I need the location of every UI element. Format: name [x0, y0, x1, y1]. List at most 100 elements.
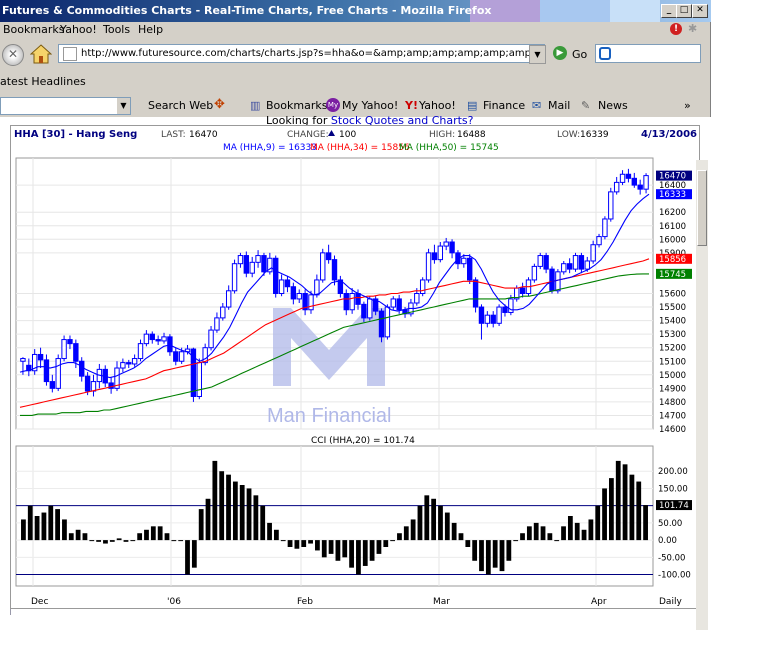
menu-help[interactable]: Help — [138, 23, 163, 36]
search-box[interactable] — [595, 44, 701, 63]
stop-alert-icon[interactable]: ! — [670, 23, 682, 35]
cci-bar — [150, 526, 156, 541]
candle-body — [331, 259, 338, 281]
cci-bar — [492, 540, 498, 568]
search-engine-icon[interactable] — [599, 47, 611, 60]
cci-bar — [68, 533, 74, 541]
chevron-down-icon[interactable]: ▼ — [117, 98, 130, 114]
close-button[interactable]: ✕ — [692, 4, 708, 18]
candle-body — [537, 255, 543, 267]
price-tick-label: 15200 — [659, 344, 686, 354]
candle-body — [37, 353, 44, 361]
gear-icon[interactable]: ✱ — [688, 23, 700, 35]
low-value: 16339 — [580, 130, 609, 140]
candle-body — [79, 360, 85, 377]
search-web-button[interactable]: Search Web — [148, 99, 213, 112]
minimize-button[interactable]: _ — [661, 4, 677, 18]
candle-body — [631, 177, 638, 186]
scrollbar-thumb[interactable] — [697, 170, 707, 246]
candle-body — [378, 310, 385, 338]
toolbar-overflow-button[interactable]: » — [684, 99, 691, 112]
yahoo-search-input[interactable]: ▼ — [0, 97, 131, 115]
candle-body — [390, 298, 396, 308]
price-tick-label: 15856 — [659, 255, 686, 265]
mail-button[interactable]: Mail — [548, 99, 570, 112]
cci-bar — [588, 519, 594, 541]
cci-bar — [130, 540, 136, 542]
candle-body — [643, 175, 649, 190]
yahoo-button[interactable]: Yahoo! — [419, 99, 456, 112]
cci-bar — [157, 526, 163, 541]
candle-body — [237, 255, 244, 265]
candle-body — [137, 343, 144, 360]
yahoo-bookmarks-button[interactable]: Bookmarks — [266, 99, 327, 112]
candle-body — [608, 191, 614, 220]
menu-yahoo[interactable]: Yahoo! — [60, 23, 97, 36]
x-tick-label: Dec — [31, 597, 48, 607]
candle-body — [249, 261, 255, 274]
cci-bar — [103, 540, 108, 544]
cci-bar — [567, 516, 573, 541]
go-button[interactable]: Go — [572, 48, 587, 61]
cci-bar — [349, 540, 354, 568]
cci-bar — [622, 464, 628, 541]
page-icon — [63, 47, 77, 61]
candle-body — [296, 293, 302, 300]
cci-bar — [335, 540, 341, 561]
url-bar[interactable]: http://www.futuresource.com/charts/chart… — [58, 44, 545, 63]
change-value: 100 — [339, 130, 356, 140]
cci-bar — [513, 540, 519, 542]
candle-body — [578, 255, 585, 270]
cci-tick-label: 50.00 — [658, 519, 682, 529]
cci-bar — [369, 540, 375, 561]
candle-body — [602, 218, 608, 238]
yahoo-y-icon: Y! — [405, 99, 418, 112]
candle-body — [173, 351, 179, 362]
bookmark-headlines[interactable]: atest Headlines — [0, 72, 86, 92]
title-bar: Futures & Commodities Charts - Real-Time… — [0, 0, 711, 22]
maximize-button[interactable]: □ — [676, 4, 692, 18]
cci-bar — [561, 526, 566, 541]
price-tick-label: 16333 — [659, 190, 686, 200]
candle-body — [590, 244, 596, 262]
candle-body — [437, 245, 444, 261]
candle-body — [196, 362, 202, 397]
price-tick-label: 15300 — [659, 330, 686, 340]
cci-bar — [574, 522, 580, 541]
vertical-scrollbar[interactable] — [696, 160, 708, 630]
finance-icon: ▤ — [467, 99, 478, 112]
cci-bar — [82, 533, 88, 541]
url-dropdown-arrow-icon[interactable]: ▼ — [529, 45, 546, 64]
candle-body — [478, 306, 485, 324]
candle-body — [167, 336, 173, 353]
my-yahoo-button[interactable]: My Yahoo! — [342, 99, 398, 112]
candle-body — [367, 298, 373, 319]
news-button[interactable]: News — [598, 99, 628, 112]
cci-bar — [444, 512, 450, 541]
window-title: Futures & Commodities Charts - Real-Time… — [2, 4, 492, 17]
finance-button[interactable]: Finance — [483, 99, 525, 112]
cci-bar — [424, 495, 430, 541]
cci-tick-label: 200.00 — [658, 467, 688, 477]
url-text: http://www.futuresource.com/charts/chart… — [81, 48, 544, 59]
candle-body — [214, 317, 220, 331]
price-tick-label: 15745 — [659, 270, 686, 280]
cci-tick-label: -50.00 — [658, 553, 685, 563]
low-label: LOW: — [557, 130, 580, 140]
candle-body — [461, 257, 467, 265]
candle-body — [231, 263, 238, 292]
cci-bar — [636, 481, 642, 541]
stop-icon[interactable]: ✕ — [2, 44, 24, 66]
candle-body — [637, 184, 643, 190]
price-tick-label: 15100 — [659, 357, 686, 367]
candle-body — [155, 339, 161, 342]
cci-bar — [520, 533, 525, 541]
yahoo-sun-icon[interactable]: ✥ — [214, 97, 225, 112]
go-arrow-icon[interactable]: ▶ — [553, 46, 567, 60]
candle-body — [20, 358, 26, 362]
menu-bookmarks[interactable]: Bookmarks — [3, 23, 64, 36]
high-label: HIGH: — [429, 130, 455, 140]
x-tick-label: Apr — [591, 597, 607, 607]
menu-tools[interactable]: Tools — [103, 23, 130, 36]
home-icon[interactable] — [29, 43, 53, 65]
